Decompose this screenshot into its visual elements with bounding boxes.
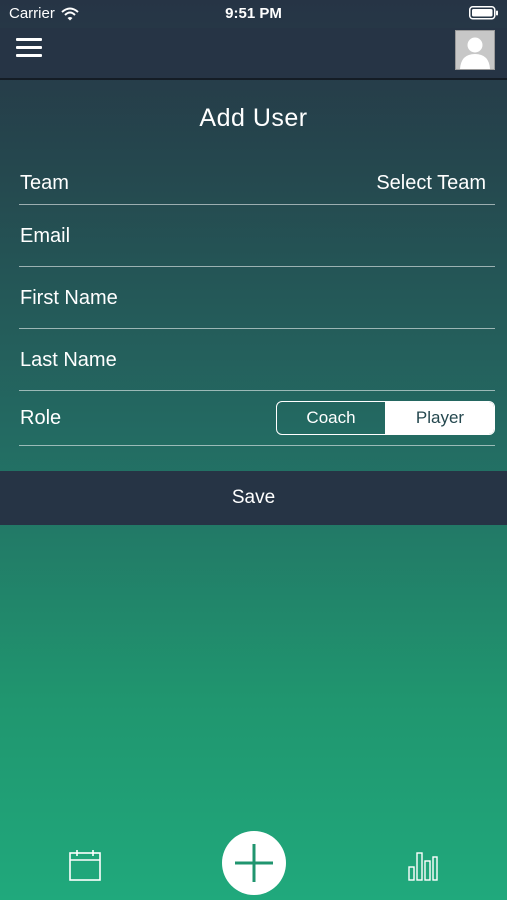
first-name-label: First Name (20, 287, 118, 309)
role-row: Role Coach Player (19, 401, 495, 446)
hamburger-menu-icon[interactable] (16, 38, 42, 58)
page-title: Add User (199, 104, 308, 132)
select-team-button[interactable]: Select Team (376, 172, 486, 195)
team-row[interactable]: Team Select Team (19, 172, 495, 205)
last-name-label: Last Name (20, 349, 117, 371)
calendar-icon[interactable] (69, 849, 101, 881)
role-option-coach[interactable]: Coach (277, 402, 386, 434)
status-bar: Carrier 9:51 PM (0, 0, 507, 28)
user-avatar-icon[interactable] (455, 30, 495, 70)
nav-bar (0, 28, 507, 80)
email-field[interactable]: Email (19, 225, 495, 267)
battery-icon (469, 6, 498, 20)
status-time: 9:51 PM (225, 5, 282, 22)
last-name-field[interactable]: Last Name (19, 349, 495, 391)
bar-chart-icon[interactable] (408, 849, 438, 881)
role-label: Role (20, 407, 62, 429)
role-segmented-control[interactable]: Coach Player (276, 401, 495, 435)
team-label: Team (20, 172, 69, 194)
email-label: Email (20, 225, 71, 247)
add-button[interactable] (222, 831, 286, 895)
plus-icon (235, 844, 273, 882)
first-name-field[interactable]: First Name (19, 287, 495, 329)
save-button[interactable]: Save (0, 471, 507, 525)
role-option-player[interactable]: Player (386, 402, 494, 434)
